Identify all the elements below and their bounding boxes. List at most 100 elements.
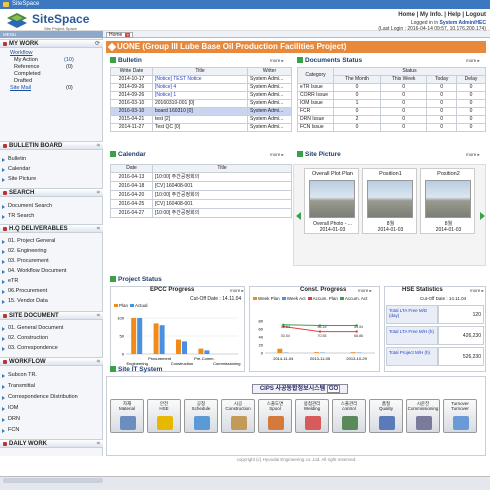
site-it-button[interactable]: 스풀도면 Spool bbox=[258, 399, 292, 433]
table-row[interactable]: 2016-04-20 [10:00] 주간공정회의 bbox=[110, 190, 292, 200]
table-row[interactable]: 2016-04-13 [10:00] 주간공정회의 bbox=[110, 172, 292, 182]
col-header: This Week bbox=[379, 75, 428, 84]
site-it-button[interactable]: Turnover Turnover bbox=[443, 399, 477, 433]
sidebar-item-procurement-06[interactable]: 06.Procurement bbox=[1, 288, 47, 294]
sidebar-item-engineering[interactable]: 02. Engineering bbox=[2, 248, 47, 254]
chevron-icon[interactable]: ≈ bbox=[97, 440, 100, 448]
sidebar-item-procurement[interactable]: 03. Procurement bbox=[2, 258, 49, 264]
table-row[interactable]: 2014-09-26 [Notice] 1 System Admi... bbox=[110, 91, 292, 100]
sidebar-item-subcon-tr[interactable]: Subcon TR. bbox=[2, 372, 37, 378]
hse-more-link[interactable]: more ▸ bbox=[470, 288, 484, 294]
epcc-more-link[interactable]: more ▸ bbox=[230, 288, 244, 294]
sidebar-item-my-action[interactable]: My Action bbox=[14, 57, 38, 63]
site-it-button[interactable]: 안전 HSE bbox=[147, 399, 181, 433]
table-row[interactable]: FCN Issue 0 0 0 0 bbox=[297, 123, 486, 132]
sidebar-site-mail[interactable]: Site Mail bbox=[10, 85, 31, 91]
site-it-button[interactable]: 용접관리 Welding bbox=[295, 399, 329, 433]
table-cell: 2016-04-18 bbox=[110, 181, 153, 191]
chevron-icon[interactable]: ≈ bbox=[97, 312, 100, 320]
table-row[interactable]: 2016-04-27 [10:00] 주간공정회의 bbox=[110, 208, 292, 218]
table-row[interactable]: 2016-03-10 board 160310 [0] System Admi... bbox=[110, 107, 292, 116]
button-label-english: Construction bbox=[225, 406, 251, 411]
top-links[interactable]: Home | My Info. | Help | Logout bbox=[398, 12, 486, 18]
sidebar-item-tr-search[interactable]: TR Search bbox=[1, 213, 34, 219]
my-action-count: (10) bbox=[64, 57, 74, 63]
site-it-button[interactable]: 시공 Construction bbox=[221, 399, 255, 433]
sidebar-item-completed[interactable]: Completed bbox=[14, 71, 41, 77]
const-more-link[interactable]: more ▸ bbox=[358, 288, 372, 294]
table-row[interactable]: FCR 0 0 0 0 bbox=[297, 107, 486, 116]
site-photo bbox=[425, 180, 471, 218]
sidebar-item-transmittal[interactable]: Transmittal bbox=[2, 383, 35, 389]
sidebar-item-document-search[interactable]: Document Search bbox=[1, 203, 52, 209]
sidebar-section-search[interactable]: SEARCH ≈ bbox=[0, 188, 103, 197]
sidebar-item-etr[interactable]: eTR bbox=[1, 278, 18, 284]
sidebar-item-reference[interactable]: Reference bbox=[14, 64, 39, 70]
sidebar-item-iom[interactable]: IOM bbox=[1, 405, 18, 411]
prev-arrow-icon[interactable] bbox=[296, 212, 301, 220]
sidebar-section-bulletin-board[interactable]: BULLETIN BOARD ≈ bbox=[0, 141, 103, 150]
sidebar-section-daily-work[interactable]: DAILY WORK ≈ bbox=[0, 439, 103, 448]
horizontal-scrollbar[interactable] bbox=[3, 478, 103, 483]
table-row[interactable]: 2016-04-18 [CV] 160408-001 bbox=[110, 181, 292, 191]
sidebar-item-drn[interactable]: DRN bbox=[2, 416, 20, 422]
next-arrow-icon[interactable] bbox=[480, 212, 485, 220]
sidebar-item-correspondence-distribution[interactable]: Correspondence Distribution bbox=[2, 394, 78, 400]
sidebar-item-site-picture[interactable]: Site Picture bbox=[1, 176, 36, 182]
sidebar-workflow-link[interactable]: Workflow bbox=[10, 50, 33, 56]
calendar-more-link[interactable]: more ▸ bbox=[270, 152, 284, 158]
table-cell: [CV] 160408-001 bbox=[152, 199, 292, 209]
sidebar-item-project-general[interactable]: 01. Project General bbox=[1, 238, 55, 244]
sidebar-item-vendor-data[interactable]: 15. Vendor Data bbox=[2, 298, 48, 304]
sidebar-item-correspondence[interactable]: 03. Correspondence bbox=[2, 345, 58, 351]
table-row[interactable]: CORR Issue 0 0 0 0 bbox=[297, 91, 486, 100]
x-tick-label: Procurement bbox=[148, 356, 172, 361]
table-row[interactable]: DRN Issue 2 0 0 0 bbox=[297, 115, 486, 124]
chevron-icon[interactable]: ≈ bbox=[97, 142, 100, 150]
site-it-button[interactable]: 시운전 Commissioning bbox=[406, 399, 440, 433]
table-row[interactable]: 2014-10-17 [Notice] TEST Notice System Adm… bbox=[110, 75, 292, 84]
button-label-english: HSE bbox=[159, 406, 169, 411]
chevron-icon[interactable]: ≈ bbox=[97, 189, 100, 197]
chevron-icon[interactable]: ≈ bbox=[97, 225, 100, 233]
site-it-button[interactable]: 스풀관리 control bbox=[332, 399, 366, 433]
sidebar-section-my-work[interactable]: MY WORK ⟳ bbox=[0, 39, 103, 48]
site-it-button[interactable]: 공정 Schedule bbox=[184, 399, 218, 433]
col-header: Status bbox=[333, 67, 486, 76]
site-it-button[interactable]: 품질 Quality bbox=[369, 399, 403, 433]
sidebar-item-calendar[interactable]: Calendar bbox=[1, 166, 30, 172]
site-picture-card[interactable]: Position2 8월 2014-01-03 bbox=[420, 168, 475, 234]
table-row[interactable]: IOM Issue 1 0 0 0 bbox=[297, 99, 486, 108]
refresh-icon[interactable]: ⟳ bbox=[95, 40, 100, 48]
table-row[interactable]: 2016-03-10 20160310-001 [0] System Admi... bbox=[110, 99, 292, 108]
table-row[interactable]: 2015-04-21 test [2] System Admi... bbox=[110, 115, 292, 124]
sidebar-item-general-document[interactable]: 01. General Document bbox=[1, 325, 63, 331]
hse-value: 526,230 bbox=[438, 347, 484, 366]
chevron-icon[interactable]: ≈ bbox=[97, 358, 100, 366]
cips-banner[interactable]: CIPS 사공동합정보시스템 GO bbox=[252, 384, 348, 394]
site-picture-more-link[interactable]: more ▸ bbox=[466, 152, 480, 158]
sidebar-item-workflow-document[interactable]: 04. Workflow Document bbox=[1, 268, 66, 274]
table-row[interactable]: 2016-04-25 [CV] 160408-001 bbox=[110, 199, 292, 209]
point bbox=[355, 330, 358, 333]
sidebar-item-construction[interactable]: 02. Construction bbox=[1, 335, 48, 341]
site-it-button[interactable]: 자재 Material bbox=[110, 399, 144, 433]
sidebar-section-workflow[interactable]: WORKFLOW ≈ bbox=[0, 357, 103, 366]
bar bbox=[198, 348, 204, 354]
site-picture-card[interactable]: Position1 8월 2014-01-03 bbox=[362, 168, 417, 234]
sidebar-item-drafted[interactable]: Drafted bbox=[14, 78, 32, 84]
site-picture-card[interactable]: Overall Plot Plan Overall Photo - ... 2014… bbox=[304, 168, 359, 234]
table-row[interactable]: eTR Issue 0 0 0 0 bbox=[297, 83, 486, 92]
close-icon[interactable]: × bbox=[125, 33, 131, 37]
bulletin-more-link[interactable]: more ▸ bbox=[270, 58, 284, 64]
table-row[interactable]: 2014-09-26 [Notice] 4 System Admi... bbox=[110, 83, 292, 92]
docs-more-link[interactable]: more ▸ bbox=[466, 58, 480, 64]
menu-bar[interactable]: MENU bbox=[0, 31, 103, 38]
tab-home[interactable]: Home × bbox=[106, 32, 133, 38]
sidebar-section-hq-deliverables[interactable]: H.Q DELIVERABLES ≈ bbox=[0, 224, 103, 233]
sidebar-item-fcn[interactable]: FCN bbox=[1, 427, 19, 433]
table-row[interactable]: 2014-11-27 Test QC [0] System Admi... bbox=[110, 123, 292, 132]
sidebar-item-bulletin[interactable]: Bulletin bbox=[1, 156, 26, 162]
sidebar-section-site-document[interactable]: SITE DOCUMENT ≈ bbox=[0, 311, 103, 320]
cips-go-button[interactable]: GO bbox=[326, 385, 341, 393]
